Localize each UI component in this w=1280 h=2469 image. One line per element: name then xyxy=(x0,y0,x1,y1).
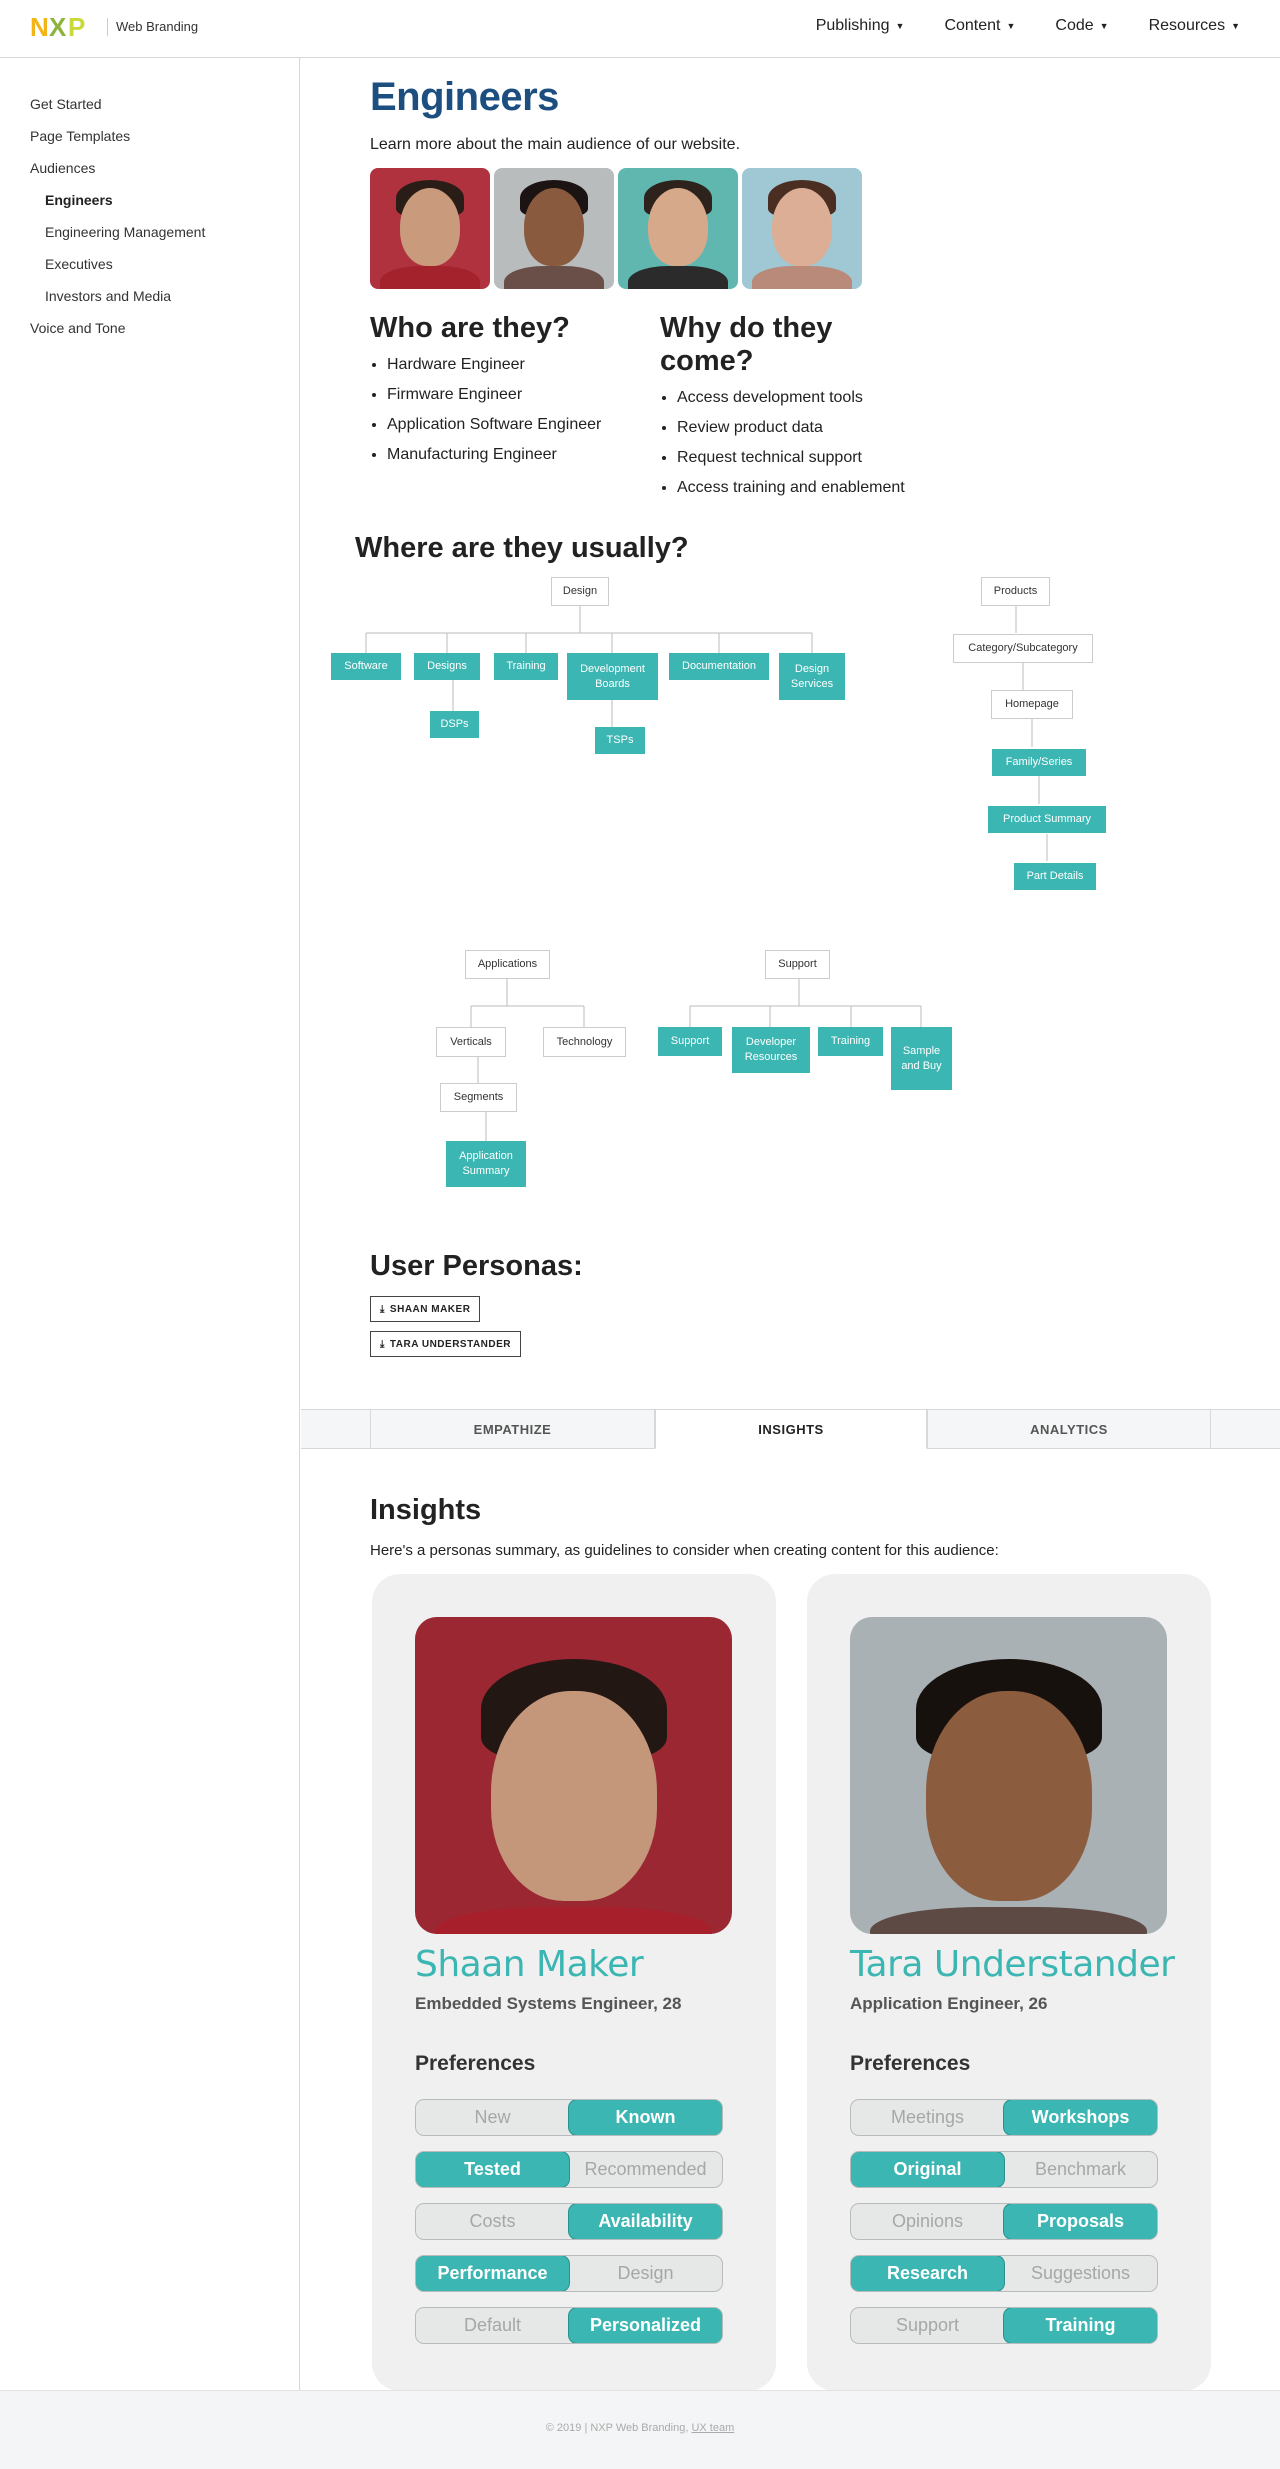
diagram-node-developer-resources: Developer Resources xyxy=(732,1027,810,1073)
preference-option-selected[interactable]: Research xyxy=(851,2256,1004,2291)
diagram-node-products: Products xyxy=(981,577,1050,606)
insights-text: Here's a personas summary, as guidelines… xyxy=(370,1542,999,1559)
preference-option-selected[interactable]: Availability xyxy=(569,2204,722,2239)
preference-option[interactable]: Design xyxy=(569,2256,722,2291)
button-label: TARA UNDERSTANDER xyxy=(389,1338,512,1350)
preference-option[interactable]: Suggestions xyxy=(1004,2256,1157,2291)
preference-option[interactable]: Opinions xyxy=(851,2204,1004,2239)
download-shaan-maker-button[interactable]: ⤓ SHAAN MAKER xyxy=(370,1296,481,1322)
preference-option-selected[interactable]: Performance xyxy=(416,2256,569,2291)
persona-card-shaan: Shaan Maker Embedded Systems Engineer, 2… xyxy=(372,1574,776,2391)
copyright-text: © 2019 | NXP Web Branding, xyxy=(545,2422,692,2434)
preference-option-selected[interactable]: Tested xyxy=(416,2152,569,2187)
diagram-node-documentation: Documentation xyxy=(669,653,769,680)
preference-toggle: Original Benchmark xyxy=(850,2151,1158,2188)
persona-name: Shaan Maker xyxy=(415,1944,644,1985)
persona-name: Tara Understander xyxy=(850,1944,1175,1985)
footer: © 2019 | NXP Web Branding, UX team xyxy=(0,2390,1280,2469)
download-tara-understander-button[interactable]: ⤓ TARA UNDERSTANDER xyxy=(370,1331,522,1357)
diagram-node-homepage: Homepage xyxy=(991,690,1073,719)
persona-photo xyxy=(850,1617,1167,1934)
preference-option[interactable]: Support xyxy=(851,2308,1004,2343)
diagram-node-segments: Segments xyxy=(440,1083,517,1112)
persona-role: Embedded Systems Engineer, 28 xyxy=(415,1994,682,2013)
preference-toggle: Performance Design xyxy=(415,2255,723,2292)
diagram-node-tsps: TSPs xyxy=(595,727,645,754)
diagram-node-verticals: Verticals xyxy=(436,1027,506,1057)
preference-toggle: Opinions Proposals xyxy=(850,2203,1158,2240)
diagram-node-product-summary: Product Summary xyxy=(988,806,1106,833)
diagram-node-application-summary: Application Summary xyxy=(446,1141,526,1187)
tab-analytics[interactable]: ANALYTICS xyxy=(927,1409,1211,1449)
diagram-node-support: Support xyxy=(658,1027,722,1056)
preference-option-selected[interactable]: Known xyxy=(569,2100,722,2135)
footer-text: © 2019 | NXP Web Branding, UX team xyxy=(0,2422,1280,2434)
preference-toggle: Costs Availability xyxy=(415,2203,723,2240)
preference-option-selected[interactable]: Original xyxy=(851,2152,1004,2187)
personas-title: User Personas: xyxy=(370,1250,583,1282)
preference-option[interactable]: Default xyxy=(416,2308,569,2343)
download-icon: ⤓ xyxy=(380,1338,385,1350)
tab-insights[interactable]: INSIGHTS xyxy=(655,1409,927,1449)
preference-toggle: Meetings Workshops xyxy=(850,2099,1158,2136)
diagram-node-design: Design xyxy=(551,577,609,606)
diagram-node-dsps: DSPs xyxy=(430,711,479,738)
preference-option[interactable]: Costs xyxy=(416,2204,569,2239)
preference-option-selected[interactable]: Workshops xyxy=(1004,2100,1157,2135)
preferences-title: Preferences xyxy=(850,2052,971,2075)
persona-photo xyxy=(415,1617,732,1934)
button-label: SHAAN MAKER xyxy=(389,1303,471,1315)
preference-option[interactable]: Recommended xyxy=(569,2152,722,2187)
diagram-node-designs: Designs xyxy=(414,653,480,680)
diagram-node-sample-and-buy: Sample and Buy xyxy=(891,1027,952,1090)
diagram-node-category-subcategory: Category/Subcategory xyxy=(953,634,1093,663)
preference-option-selected[interactable]: Training xyxy=(1004,2308,1157,2343)
persona-role: Application Engineer, 26 xyxy=(850,1994,1048,2013)
preferences-title: Preferences xyxy=(415,2052,536,2075)
diagram-node-design-services: Design Services xyxy=(779,653,845,700)
preference-option[interactable]: New xyxy=(416,2100,569,2135)
preference-toggle: New Known xyxy=(415,2099,723,2136)
preference-toggle: Tested Recommended xyxy=(415,2151,723,2188)
insights-title: Insights xyxy=(370,1494,482,1526)
tab-empathize[interactable]: EMPATHIZE xyxy=(370,1409,655,1449)
preference-option[interactable]: Meetings xyxy=(851,2100,1004,2135)
diagram-node-training-2: Training xyxy=(818,1027,883,1056)
diagram-node-development-boards: Development Boards xyxy=(567,653,658,700)
preference-option-selected[interactable]: Proposals xyxy=(1004,2204,1157,2239)
diagram-node-applications: Applications xyxy=(465,950,550,979)
diagram-node-part-details: Part Details xyxy=(1014,863,1096,890)
preference-toggle: Support Training xyxy=(850,2307,1158,2344)
diagram-node-technology: Technology xyxy=(543,1027,626,1057)
diagram-node-software: Software xyxy=(331,653,401,680)
preference-toggle: Research Suggestions xyxy=(850,2255,1158,2292)
download-icon: ⤓ xyxy=(380,1303,385,1315)
diagram-node-family-series: Family/Series xyxy=(992,749,1086,776)
preference-option-selected[interactable]: Personalized xyxy=(569,2308,722,2343)
ux-team-link[interactable]: UX team xyxy=(691,2422,734,2434)
tree-connectors xyxy=(365,606,1048,1141)
preference-option[interactable]: Benchmark xyxy=(1004,2152,1157,2187)
persona-card-tara: Tara Understander Application Engineer, … xyxy=(807,1574,1211,2391)
diagram-node-training: Training xyxy=(494,653,558,680)
preference-toggle: Default Personalized xyxy=(415,2307,723,2344)
diagram-node-support-root: Support xyxy=(765,950,830,979)
